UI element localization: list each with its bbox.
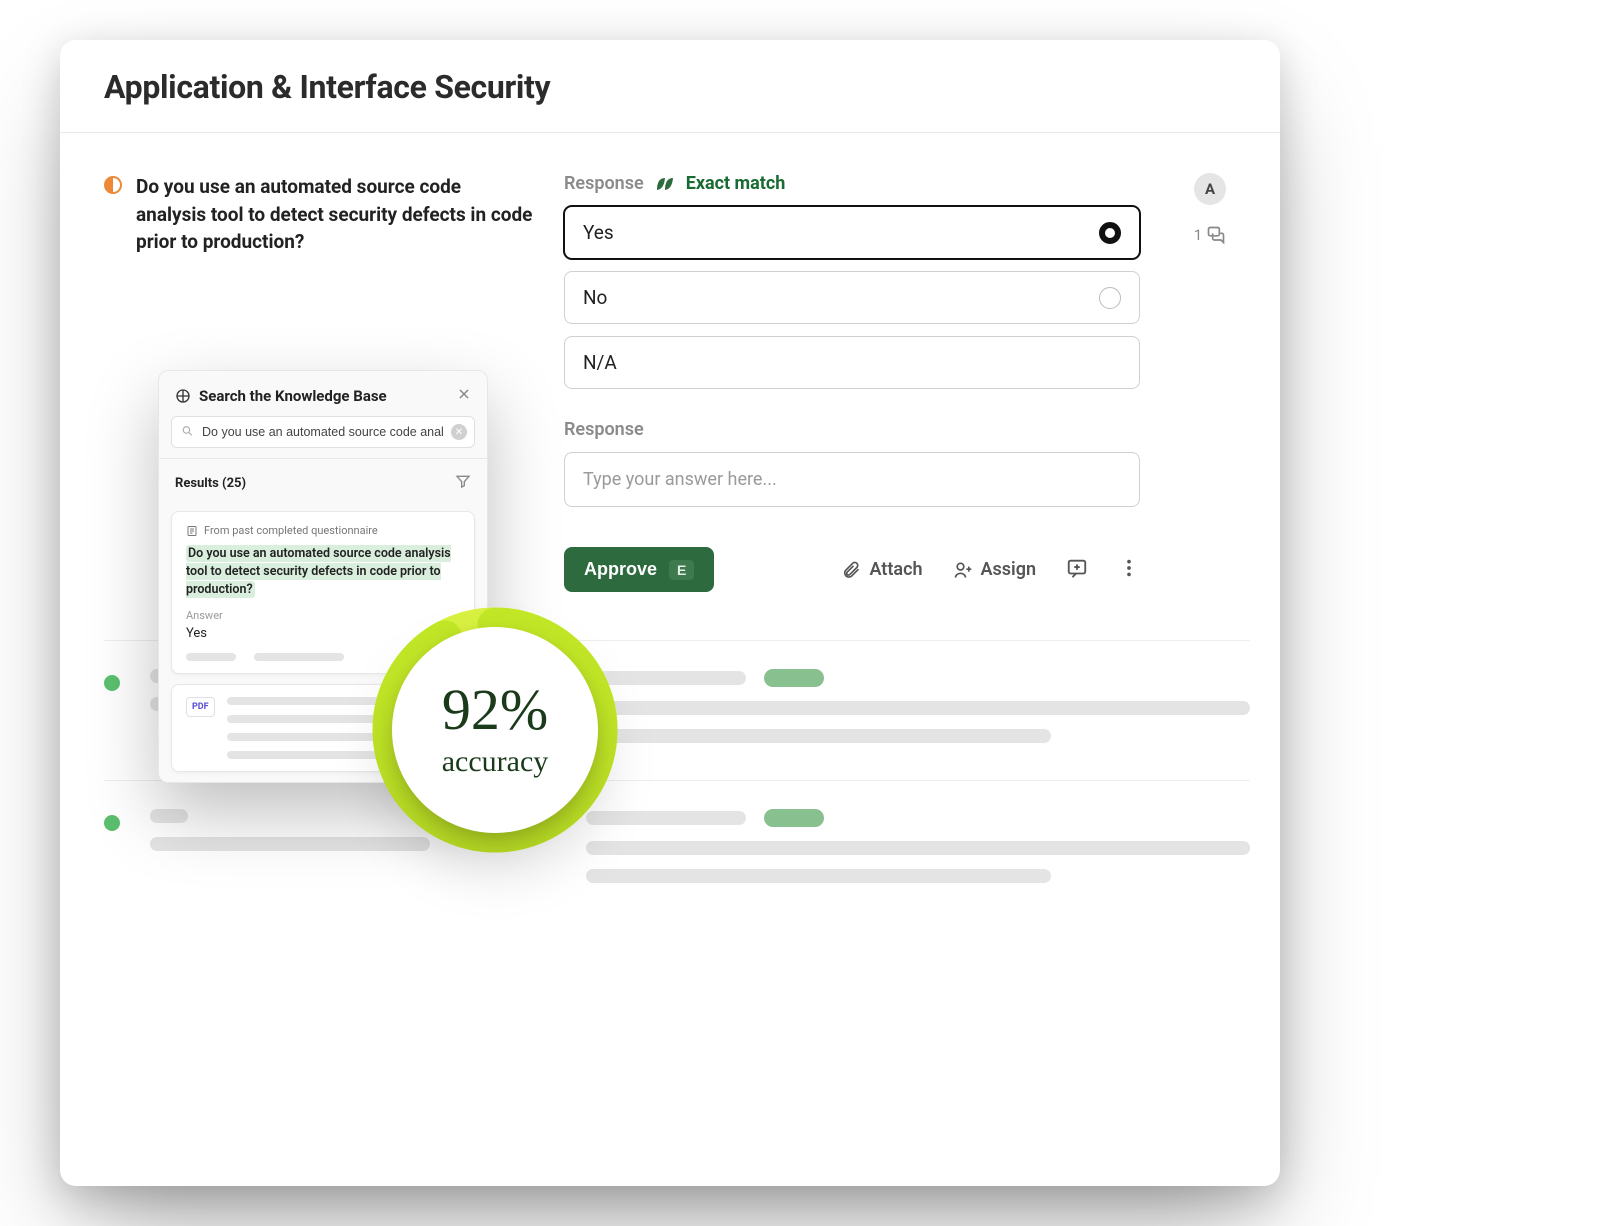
kb-results-label: Results (25) <box>175 476 246 491</box>
approve-button[interactable]: Approve E <box>564 547 714 592</box>
response-option-yes[interactable]: Yes <box>564 206 1140 259</box>
response-label: Response <box>564 173 644 194</box>
add-comment-button[interactable] <box>1066 557 1088 583</box>
free-response-input[interactable] <box>564 452 1140 507</box>
approve-shortcut: E <box>669 560 694 580</box>
assign-button[interactable]: Assign <box>953 559 1037 580</box>
kb-search-input[interactable] <box>171 416 475 448</box>
comment-plus-icon <box>1066 557 1088 579</box>
status-indicator-icon <box>104 176 122 194</box>
action-bar: Approve E Attach Assign <box>564 547 1140 592</box>
kb-result-source: From past completed questionnaire <box>186 524 460 537</box>
pdf-badge: PDF <box>186 697 215 717</box>
kb-close-button[interactable] <box>457 385 471 406</box>
comments-icon <box>1206 225 1226 245</box>
option-label: N/A <box>583 351 617 374</box>
radio-icon <box>1099 222 1121 244</box>
close-icon <box>457 387 471 401</box>
user-plus-icon <box>953 560 973 580</box>
comment-count: 1 <box>1194 226 1202 244</box>
skeleton-question-2 <box>104 780 1250 911</box>
status-complete-icon <box>104 815 120 831</box>
accuracy-badge: 92% accuracy <box>370 605 620 855</box>
status-complete-icon <box>104 675 120 691</box>
kb-clear-button[interactable]: ✕ <box>451 424 467 440</box>
assign-label: Assign <box>981 559 1037 580</box>
questionnaire-icon <box>186 525 198 537</box>
free-response-section: Response <box>564 419 1140 507</box>
response-option-na[interactable]: N/A <box>564 336 1140 389</box>
attach-label: Attach <box>869 559 922 580</box>
option-label: Yes <box>583 221 614 244</box>
kb-result-question: Do you use an automated source code anal… <box>186 545 460 599</box>
info-icon <box>175 388 191 404</box>
more-button[interactable] <box>1118 557 1140 583</box>
kb-results-header: Results (25) <box>159 465 487 501</box>
attach-button[interactable]: Attach <box>841 559 922 580</box>
radio-icon <box>1099 287 1121 309</box>
response-header: Response Exact match <box>564 173 1140 194</box>
response-option-no[interactable]: No <box>564 271 1140 324</box>
kb-search-field: ✕ <box>171 416 475 448</box>
response-column: Response Exact match Yes No N/A Response <box>564 173 1140 592</box>
match-label: Exact match <box>686 173 786 194</box>
accuracy-percent: 92% <box>442 681 548 739</box>
option-label: No <box>583 286 607 309</box>
kb-filter-button[interactable] <box>455 473 471 493</box>
kb-header: Search the Knowledge Base <box>159 371 487 416</box>
more-vertical-icon <box>1118 557 1140 579</box>
free-response-label: Response <box>564 419 1140 440</box>
comment-count-button[interactable]: 1 <box>1194 225 1226 245</box>
paperclip-icon <box>841 560 861 580</box>
accuracy-label: accuracy <box>442 745 549 779</box>
side-column: A 1 <box>1170 173 1250 592</box>
secondary-actions: Attach Assign <box>841 557 1140 583</box>
search-icon <box>181 423 194 442</box>
page-title: Application & Interface Security <box>104 68 1236 106</box>
card-header: Application & Interface Security <box>60 40 1280 133</box>
avatar[interactable]: A <box>1194 173 1226 205</box>
leaf-icon <box>654 175 676 193</box>
filter-icon <box>455 473 471 489</box>
kb-title: Search the Knowledge Base <box>199 387 449 405</box>
approve-label: Approve <box>584 559 657 580</box>
